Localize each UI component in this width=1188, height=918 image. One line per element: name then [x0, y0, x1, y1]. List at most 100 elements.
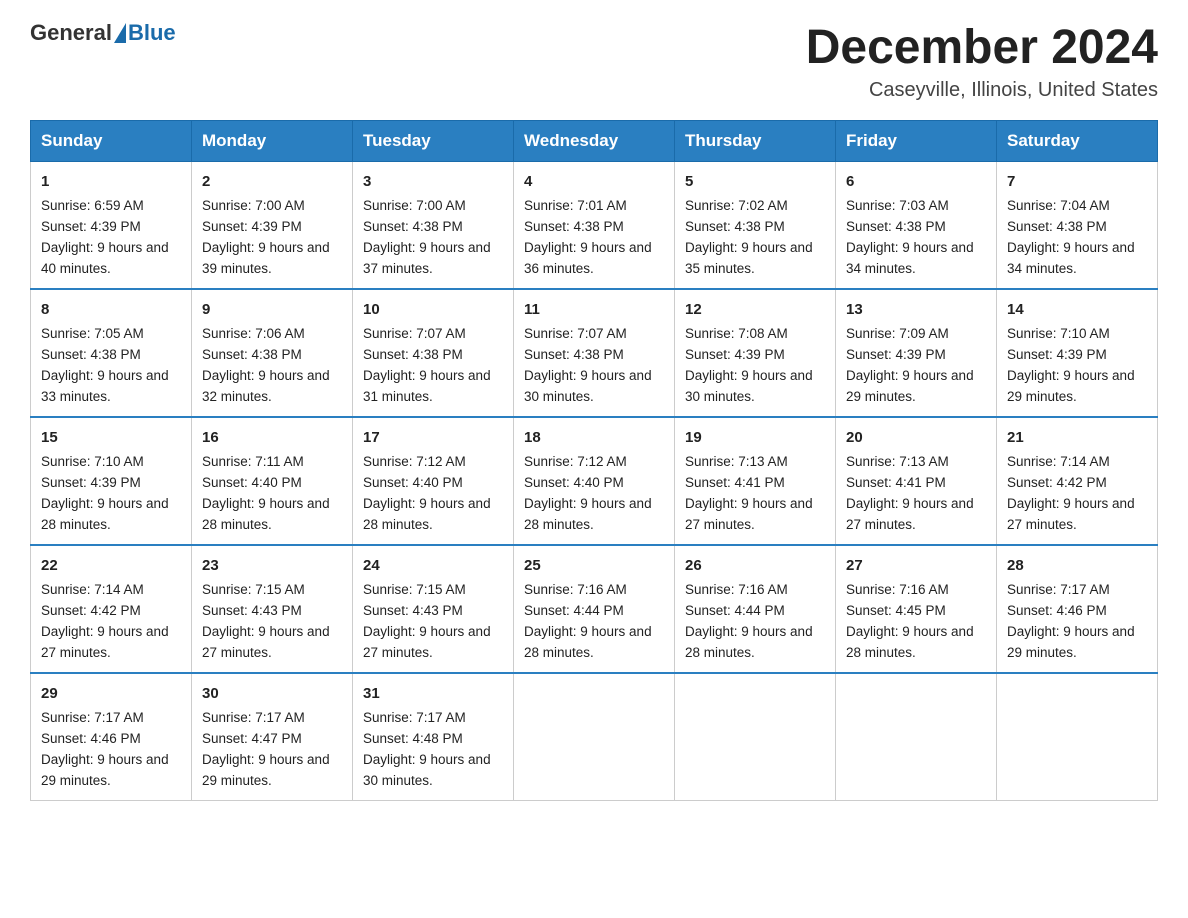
calendar-day-cell: 1 Sunrise: 6:59 AM Sunset: 4:39 PM Dayli…	[31, 162, 192, 289]
day-number: 1	[41, 170, 181, 193]
day-number: 19	[685, 426, 825, 449]
calendar-day-cell: 30 Sunrise: 7:17 AM Sunset: 4:47 PM Dayl…	[192, 673, 353, 800]
calendar-day-cell: 4 Sunrise: 7:01 AM Sunset: 4:38 PM Dayli…	[514, 162, 675, 289]
calendar-day-cell: 23 Sunrise: 7:15 AM Sunset: 4:43 PM Dayl…	[192, 545, 353, 673]
day-number: 4	[524, 170, 664, 193]
daylight-text: Daylight: 9 hours and 28 minutes.	[846, 624, 974, 660]
daylight-text: Daylight: 9 hours and 33 minutes.	[41, 368, 169, 404]
calendar-day-cell: 21 Sunrise: 7:14 AM Sunset: 4:42 PM Dayl…	[997, 417, 1158, 545]
daylight-text: Daylight: 9 hours and 39 minutes.	[202, 240, 330, 276]
sunrise-text: Sunrise: 7:05 AM	[41, 326, 144, 341]
calendar-day-cell: 27 Sunrise: 7:16 AM Sunset: 4:45 PM Dayl…	[836, 545, 997, 673]
sunrise-text: Sunrise: 7:10 AM	[1007, 326, 1110, 341]
sunrise-text: Sunrise: 6:59 AM	[41, 198, 144, 213]
calendar-day-header: Monday	[192, 121, 353, 162]
day-number: 24	[363, 554, 503, 577]
day-number: 30	[202, 682, 342, 705]
title-block: December 2024 Caseyville, Illinois, Unit…	[806, 20, 1158, 102]
logo-blue-text: Blue	[128, 20, 176, 46]
sunset-text: Sunset: 4:39 PM	[41, 219, 141, 234]
daylight-text: Daylight: 9 hours and 28 minutes.	[363, 496, 491, 532]
day-number: 17	[363, 426, 503, 449]
calendar-day-cell: 29 Sunrise: 7:17 AM Sunset: 4:46 PM Dayl…	[31, 673, 192, 800]
sunset-text: Sunset: 4:40 PM	[363, 475, 463, 490]
calendar-day-header: Wednesday	[514, 121, 675, 162]
sunrise-text: Sunrise: 7:17 AM	[202, 710, 305, 725]
day-number: 22	[41, 554, 181, 577]
sunrise-text: Sunrise: 7:16 AM	[524, 582, 627, 597]
day-number: 6	[846, 170, 986, 193]
daylight-text: Daylight: 9 hours and 32 minutes.	[202, 368, 330, 404]
sunrise-text: Sunrise: 7:17 AM	[1007, 582, 1110, 597]
sunset-text: Sunset: 4:46 PM	[1007, 603, 1107, 618]
sunrise-text: Sunrise: 7:02 AM	[685, 198, 788, 213]
day-number: 25	[524, 554, 664, 577]
sunrise-text: Sunrise: 7:16 AM	[846, 582, 949, 597]
calendar-day-cell	[997, 673, 1158, 800]
sunset-text: Sunset: 4:39 PM	[41, 475, 141, 490]
sunrise-text: Sunrise: 7:12 AM	[363, 454, 466, 469]
sunset-text: Sunset: 4:38 PM	[524, 347, 624, 362]
location-text: Caseyville, Illinois, United States	[806, 79, 1158, 102]
day-number: 12	[685, 298, 825, 321]
day-number: 14	[1007, 298, 1147, 321]
sunset-text: Sunset: 4:41 PM	[685, 475, 785, 490]
sunset-text: Sunset: 4:45 PM	[846, 603, 946, 618]
daylight-text: Daylight: 9 hours and 34 minutes.	[846, 240, 974, 276]
calendar-day-cell: 2 Sunrise: 7:00 AM Sunset: 4:39 PM Dayli…	[192, 162, 353, 289]
sunrise-text: Sunrise: 7:07 AM	[363, 326, 466, 341]
daylight-text: Daylight: 9 hours and 31 minutes.	[363, 368, 491, 404]
day-number: 11	[524, 298, 664, 321]
daylight-text: Daylight: 9 hours and 30 minutes.	[685, 368, 813, 404]
calendar-day-cell: 17 Sunrise: 7:12 AM Sunset: 4:40 PM Dayl…	[353, 417, 514, 545]
sunset-text: Sunset: 4:43 PM	[202, 603, 302, 618]
calendar-day-cell: 7 Sunrise: 7:04 AM Sunset: 4:38 PM Dayli…	[997, 162, 1158, 289]
daylight-text: Daylight: 9 hours and 30 minutes.	[524, 368, 652, 404]
sunset-text: Sunset: 4:42 PM	[1007, 475, 1107, 490]
sunrise-text: Sunrise: 7:14 AM	[41, 582, 144, 597]
sunset-text: Sunset: 4:38 PM	[363, 219, 463, 234]
calendar-day-cell: 9 Sunrise: 7:06 AM Sunset: 4:38 PM Dayli…	[192, 289, 353, 417]
calendar-day-cell: 25 Sunrise: 7:16 AM Sunset: 4:44 PM Dayl…	[514, 545, 675, 673]
day-number: 3	[363, 170, 503, 193]
calendar-week-row: 15 Sunrise: 7:10 AM Sunset: 4:39 PM Dayl…	[31, 417, 1158, 545]
sunset-text: Sunset: 4:43 PM	[363, 603, 463, 618]
sunset-text: Sunset: 4:44 PM	[685, 603, 785, 618]
sunset-text: Sunset: 4:41 PM	[846, 475, 946, 490]
day-number: 10	[363, 298, 503, 321]
day-number: 21	[1007, 426, 1147, 449]
sunset-text: Sunset: 4:38 PM	[363, 347, 463, 362]
calendar-day-cell: 11 Sunrise: 7:07 AM Sunset: 4:38 PM Dayl…	[514, 289, 675, 417]
calendar-day-cell: 16 Sunrise: 7:11 AM Sunset: 4:40 PM Dayl…	[192, 417, 353, 545]
daylight-text: Daylight: 9 hours and 34 minutes.	[1007, 240, 1135, 276]
daylight-text: Daylight: 9 hours and 28 minutes.	[685, 624, 813, 660]
day-number: 2	[202, 170, 342, 193]
sunset-text: Sunset: 4:38 PM	[202, 347, 302, 362]
sunrise-text: Sunrise: 7:11 AM	[202, 454, 304, 469]
sunrise-text: Sunrise: 7:09 AM	[846, 326, 949, 341]
sunset-text: Sunset: 4:38 PM	[1007, 219, 1107, 234]
sunset-text: Sunset: 4:39 PM	[1007, 347, 1107, 362]
daylight-text: Daylight: 9 hours and 30 minutes.	[363, 752, 491, 788]
calendar-day-cell: 10 Sunrise: 7:07 AM Sunset: 4:38 PM Dayl…	[353, 289, 514, 417]
calendar-day-cell: 20 Sunrise: 7:13 AM Sunset: 4:41 PM Dayl…	[836, 417, 997, 545]
daylight-text: Daylight: 9 hours and 27 minutes.	[1007, 496, 1135, 532]
calendar-day-cell: 31 Sunrise: 7:17 AM Sunset: 4:48 PM Dayl…	[353, 673, 514, 800]
sunrise-text: Sunrise: 7:17 AM	[41, 710, 144, 725]
sunset-text: Sunset: 4:38 PM	[685, 219, 785, 234]
calendar-day-cell: 24 Sunrise: 7:15 AM Sunset: 4:43 PM Dayl…	[353, 545, 514, 673]
day-number: 9	[202, 298, 342, 321]
sunrise-text: Sunrise: 7:08 AM	[685, 326, 788, 341]
daylight-text: Daylight: 9 hours and 29 minutes.	[1007, 624, 1135, 660]
daylight-text: Daylight: 9 hours and 27 minutes.	[363, 624, 491, 660]
sunrise-text: Sunrise: 7:16 AM	[685, 582, 788, 597]
sunrise-text: Sunrise: 7:14 AM	[1007, 454, 1110, 469]
daylight-text: Daylight: 9 hours and 35 minutes.	[685, 240, 813, 276]
calendar-day-cell: 3 Sunrise: 7:00 AM Sunset: 4:38 PM Dayli…	[353, 162, 514, 289]
day-number: 8	[41, 298, 181, 321]
daylight-text: Daylight: 9 hours and 28 minutes.	[524, 496, 652, 532]
calendar-week-row: 1 Sunrise: 6:59 AM Sunset: 4:39 PM Dayli…	[31, 162, 1158, 289]
month-title: December 2024	[806, 20, 1158, 75]
calendar-day-cell: 22 Sunrise: 7:14 AM Sunset: 4:42 PM Dayl…	[31, 545, 192, 673]
sunrise-text: Sunrise: 7:12 AM	[524, 454, 627, 469]
